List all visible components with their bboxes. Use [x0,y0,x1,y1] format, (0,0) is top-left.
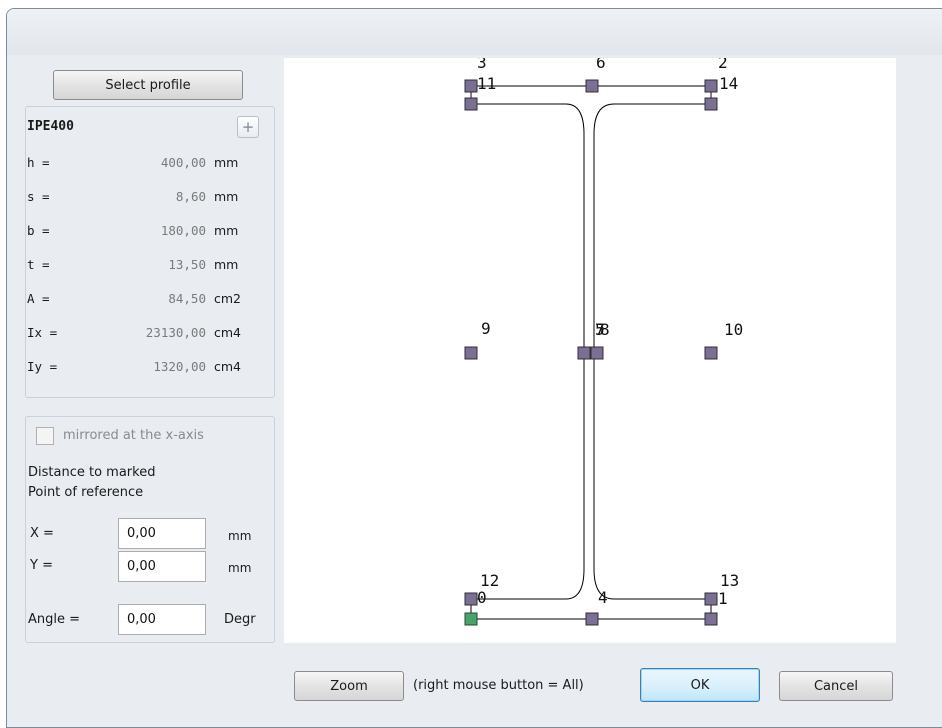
angle-label: Angle = [28,612,81,627]
angle-unit: Degr [224,612,256,627]
point-label: 6 [596,58,606,72]
add-profile-icon[interactable]: + [237,116,259,138]
property-value: 23130,00 [145,325,206,340]
reference-point-marker[interactable] [464,612,478,626]
point-marker[interactable] [704,612,718,626]
property-unit: cm4 [214,325,242,340]
property-unit: mm [214,257,239,272]
point-marker[interactable] [577,346,591,360]
point-label: 4 [598,588,608,607]
property-name: b = [27,223,50,238]
point-marker[interactable] [704,346,718,360]
point-marker[interactable] [585,612,599,626]
property-name: Ix = [27,325,58,340]
x-offset-input[interactable]: 0,00 [118,518,206,549]
point-marker[interactable] [585,79,599,93]
zoom-hint: (right mouse button = All) [413,678,584,693]
x-unit: mm [228,529,252,543]
x-label: X = [30,526,54,541]
y-label: Y = [30,558,53,573]
point-label: 9 [481,319,491,338]
property-name: t = [27,257,50,272]
profile-preview-canvas[interactable]: 0 1 2 3 4 5 6 7 8 9 10 11 12 13 14 [284,53,896,643]
reference-point-group: mirrored at the x-axis Distance to marke… [25,416,275,643]
property-value: 13,50 [168,257,206,272]
property-unit: mm [214,155,239,170]
property-name: A = [27,291,50,306]
property-value: 84,50 [168,291,206,306]
ok-button[interactable]: OK [640,668,760,702]
select-profile-button[interactable]: Select profile [53,70,243,100]
point-label: 14 [719,74,738,93]
property-name: h = [27,155,50,170]
point-marker[interactable] [464,346,478,360]
point-label: 11 [477,74,496,93]
point-marker[interactable] [704,592,718,606]
zoom-button[interactable]: Zoom [294,671,404,701]
point-marker[interactable] [590,346,604,360]
point-label: 0 [477,588,487,607]
profile-properties-group: IPE400 + h = 400,00 mm s = 8,60 mm b = 180,00 mm… [25,106,275,398]
property-name: s = [27,189,50,204]
point-marker[interactable] [704,97,718,111]
property-unit: mm [214,223,239,238]
property-unit: mm [214,189,239,204]
ibeam-drawing: 0 123456789 101112 1314 [464,53,743,626]
property-unit: cm2 [214,291,242,306]
property-value: 400,00 [160,155,206,170]
profile-name: IPE400 [27,119,74,134]
angle-input[interactable]: 0,00 [118,604,206,635]
point-marker[interactable] [464,79,478,93]
y-unit: mm [228,561,252,575]
mirror-checkbox[interactable] [36,427,54,445]
cancel-button[interactable]: Cancel [779,671,893,701]
dialog-titlebar[interactable] [7,9,942,55]
property-value: 1320,00 [153,359,206,374]
property-name: Iy = [27,359,58,374]
point-label: 13 [720,571,739,590]
point-label: 1 [718,589,728,608]
property-value: 180,00 [160,223,206,238]
y-offset-input[interactable]: 0,00 [118,551,206,582]
point-marker[interactable] [704,79,718,93]
point-marker[interactable] [464,97,478,111]
mirror-label: mirrored at the x-axis [63,428,204,443]
point-label: 3 [477,58,487,72]
point-label: 2 [718,58,728,72]
distance-label-line1: Distance to marked [28,465,156,480]
property-value: 8,60 [175,189,206,204]
distance-label-line2: Point of reference [28,485,144,500]
property-unit: cm4 [214,359,242,374]
point-label: 10 [724,320,743,339]
point-label: 12 [480,571,499,590]
point-label: 8 [600,320,610,339]
point-marker[interactable] [464,592,478,606]
